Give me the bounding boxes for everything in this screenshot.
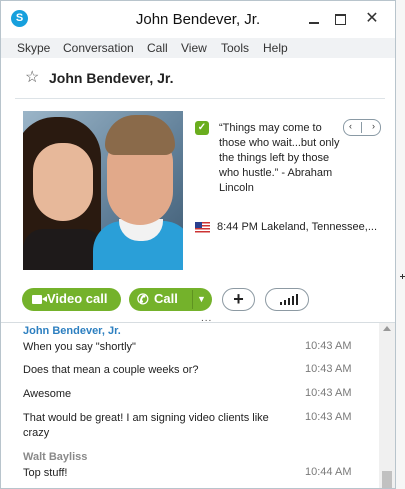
- message-time: 10:43 AM: [305, 363, 352, 375]
- menu-skype[interactable]: Skype: [17, 41, 50, 55]
- skype-window: S John Bendever, Jr. ✕ Skype Conversatio…: [0, 0, 396, 489]
- contact-name: John Bendever, Jr.: [49, 70, 174, 86]
- background-desktop: [396, 0, 405, 489]
- us-flag-icon: [195, 222, 210, 233]
- call-button[interactable]: ✆ Call ▼: [129, 288, 212, 311]
- mood-message: “Things may come to those who wait...but…: [219, 122, 340, 194]
- message-time: 10:43 AM: [305, 411, 352, 423]
- divider: [15, 98, 385, 99]
- favorite-star-icon[interactable]: ☆: [25, 67, 39, 87]
- message-text: That would be great! I am signing video …: [23, 412, 269, 439]
- scroll-up-arrow-icon[interactable]: [383, 326, 391, 331]
- menu-tools[interactable]: Tools: [221, 41, 249, 55]
- contact-header: ☆ John Bendever, Jr.: [1, 59, 395, 97]
- video-call-label: Video call: [47, 291, 108, 306]
- message-text: Top stuff!: [23, 467, 68, 479]
- minimize-button[interactable]: [301, 9, 327, 29]
- close-button[interactable]: ✕: [357, 9, 387, 29]
- menu-call[interactable]: Call: [147, 41, 168, 55]
- previous-arrow-icon[interactable]: ‹: [349, 121, 352, 131]
- maximize-button[interactable]: [327, 9, 353, 29]
- online-status-icon: ✓: [195, 121, 209, 135]
- message-text: Awesome: [23, 388, 72, 400]
- call-quality-button[interactable]: [265, 288, 309, 311]
- background-mark: [402, 274, 403, 279]
- menu-help[interactable]: Help: [263, 41, 288, 55]
- message-time: 10:44 AM: [305, 466, 352, 478]
- phone-icon: ✆: [137, 291, 149, 307]
- video-camera-icon: [32, 295, 47, 304]
- call-label: Call: [154, 291, 178, 306]
- video-call-button[interactable]: Video call: [22, 288, 121, 311]
- message-sender: Walt Bayliss: [23, 451, 88, 463]
- message-text: When you say "shortly": [23, 341, 136, 353]
- message-sender: John Bendever, Jr.: [23, 325, 121, 337]
- chat-scrollbar[interactable]: [379, 323, 395, 488]
- message-time: 10:43 AM: [305, 387, 352, 399]
- message-text: Does that mean a couple weeks or?: [23, 364, 199, 376]
- chat-history: John Bendever, Jr. When you say "shortly…: [1, 322, 395, 488]
- menu-conversation[interactable]: Conversation: [63, 41, 134, 55]
- next-arrow-icon[interactable]: ›: [372, 121, 375, 131]
- menu-view[interactable]: View: [181, 41, 207, 55]
- scrollbar-thumb[interactable]: [382, 471, 392, 488]
- contact-profile-photo: [23, 111, 183, 270]
- add-participant-button[interactable]: +: [222, 288, 255, 311]
- chevron-down-icon[interactable]: ▼: [197, 294, 206, 304]
- title-bar[interactable]: S John Bendever, Jr. ✕: [1, 1, 395, 37]
- menu-bar: Skype Conversation Call View Tools Help: [1, 38, 395, 58]
- mood-pager: ‹ ›: [343, 119, 381, 136]
- message-time: 10:43 AM: [305, 340, 352, 352]
- contact-location: 8:44 PM Lakeland, Tennessee,...: [217, 221, 378, 233]
